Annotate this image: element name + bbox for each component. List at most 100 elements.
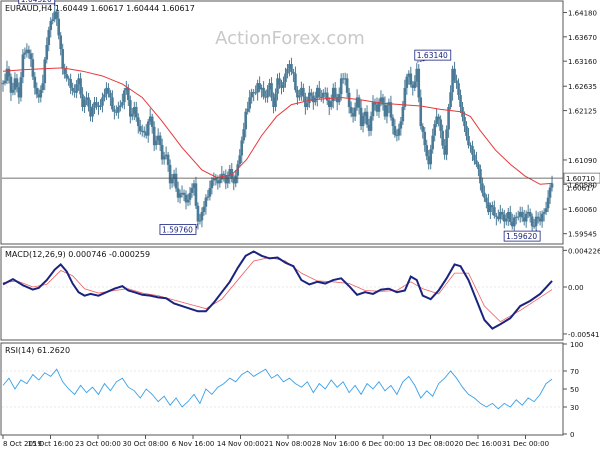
candle-body	[465, 126, 468, 136]
price-panel-title: EURAUD,H4 1.60449 1.60617 1.60444 1.6061…	[5, 4, 195, 13]
candle-body	[349, 106, 353, 114]
candle-body	[457, 83, 460, 96]
candle-body	[405, 76, 409, 88]
candle-body	[453, 68, 456, 81]
candle-body	[33, 76, 37, 88]
candle-body	[109, 92, 112, 98]
x-tick-label: 6 Nov 16:00	[172, 440, 215, 448]
candle-body	[57, 18, 60, 36]
rsi-panel-frame	[0, 342, 564, 436]
candle-body	[154, 140, 158, 146]
candle-body	[248, 97, 251, 109]
candle-body	[530, 216, 534, 227]
candle-body	[286, 68, 289, 74]
candle-body	[222, 173, 226, 176]
candle-body	[123, 90, 126, 103]
candle-body	[204, 197, 208, 207]
candle-body	[75, 84, 78, 93]
price-tick-label: 1.62125	[568, 108, 597, 116]
x-tick-label: 30 Oct 08:00	[123, 440, 169, 448]
macd-tick-label: 0.00	[568, 284, 584, 292]
candle-body	[266, 89, 269, 98]
annotation-label: 1.59760	[162, 225, 193, 234]
price-tick-label: 1.62635	[568, 83, 597, 91]
candle-body	[170, 179, 174, 184]
candle-body	[302, 87, 305, 97]
rsi-tick-label: 50	[570, 386, 579, 394]
x-tick-label: 21 Nov 08:00	[264, 440, 311, 448]
candle-body	[198, 220, 202, 222]
candle-body	[27, 49, 31, 54]
candle-body	[150, 116, 154, 127]
candle-body	[467, 135, 470, 146]
candle-body	[47, 29, 51, 45]
x-tick-label: 23 Oct 00:00	[75, 440, 121, 448]
candle-body	[284, 73, 287, 83]
candle-body	[270, 83, 273, 98]
candle-body	[282, 82, 285, 88]
candle-body	[401, 106, 405, 122]
candle-body	[107, 87, 110, 93]
candle-body	[234, 175, 238, 184]
candle-body	[463, 116, 466, 127]
candle-body	[477, 164, 480, 170]
candle-body	[310, 92, 313, 96]
candle-body	[136, 117, 140, 127]
candle-body	[174, 173, 178, 189]
candle-body	[166, 154, 170, 165]
candle-body	[240, 140, 244, 156]
candle-body	[158, 135, 162, 145]
x-tick-label: 20 Dec 16:00	[454, 440, 501, 448]
candle-body	[290, 64, 293, 72]
candle-body	[483, 192, 486, 198]
candle-body	[419, 97, 423, 127]
candle-body	[361, 115, 365, 127]
rsi-tick-label: 100	[570, 341, 583, 349]
candle-body	[455, 80, 458, 84]
candle-body	[491, 205, 494, 208]
candle-body	[246, 108, 249, 112]
candle-body	[21, 54, 25, 78]
candle-body	[1, 83, 5, 85]
candle-body	[485, 197, 488, 203]
candle-body	[524, 213, 528, 222]
candle-body	[15, 78, 19, 88]
rsi-panel-title: RSI(14) 61.2620	[5, 346, 70, 355]
candle-body	[99, 105, 102, 107]
candle-body	[83, 99, 86, 107]
candle-body	[182, 192, 186, 195]
candle-body	[391, 117, 395, 127]
candle-body	[317, 87, 321, 98]
candle-body	[431, 135, 434, 150]
candle-body	[540, 213, 544, 222]
annotation-label: 1.63140	[417, 51, 448, 60]
candle-body	[292, 71, 295, 74]
candle-body	[87, 97, 90, 107]
rsi-tick-label: 30	[570, 404, 579, 412]
candle-body	[278, 78, 281, 85]
price-tick-label: 1.60580	[568, 181, 597, 189]
price-tick-label: 1.63160	[568, 58, 597, 66]
candle-body	[475, 160, 478, 165]
candle-body	[200, 211, 204, 221]
candle-body	[399, 121, 403, 129]
candle-body	[188, 192, 192, 200]
rsi-tick-label: 70	[570, 368, 579, 376]
candle-body	[7, 68, 11, 77]
candle-body	[403, 87, 407, 107]
candle-body	[49, 21, 53, 30]
candle-body	[71, 87, 74, 91]
watermark: ActionForex.com	[215, 28, 365, 49]
candle-body	[441, 130, 444, 146]
candle-body	[329, 101, 333, 107]
macd-tick-label: 0.004226	[568, 247, 600, 255]
candle-body	[347, 92, 351, 107]
candle-body	[423, 131, 427, 146]
candle-body	[194, 183, 198, 206]
candle-body	[479, 169, 482, 184]
candle-body	[146, 121, 150, 136]
x-tick-label: 28 Nov 16:00	[312, 440, 359, 448]
candle-body	[357, 97, 361, 108]
candle-body	[19, 77, 23, 98]
candle-body	[51, 19, 55, 22]
